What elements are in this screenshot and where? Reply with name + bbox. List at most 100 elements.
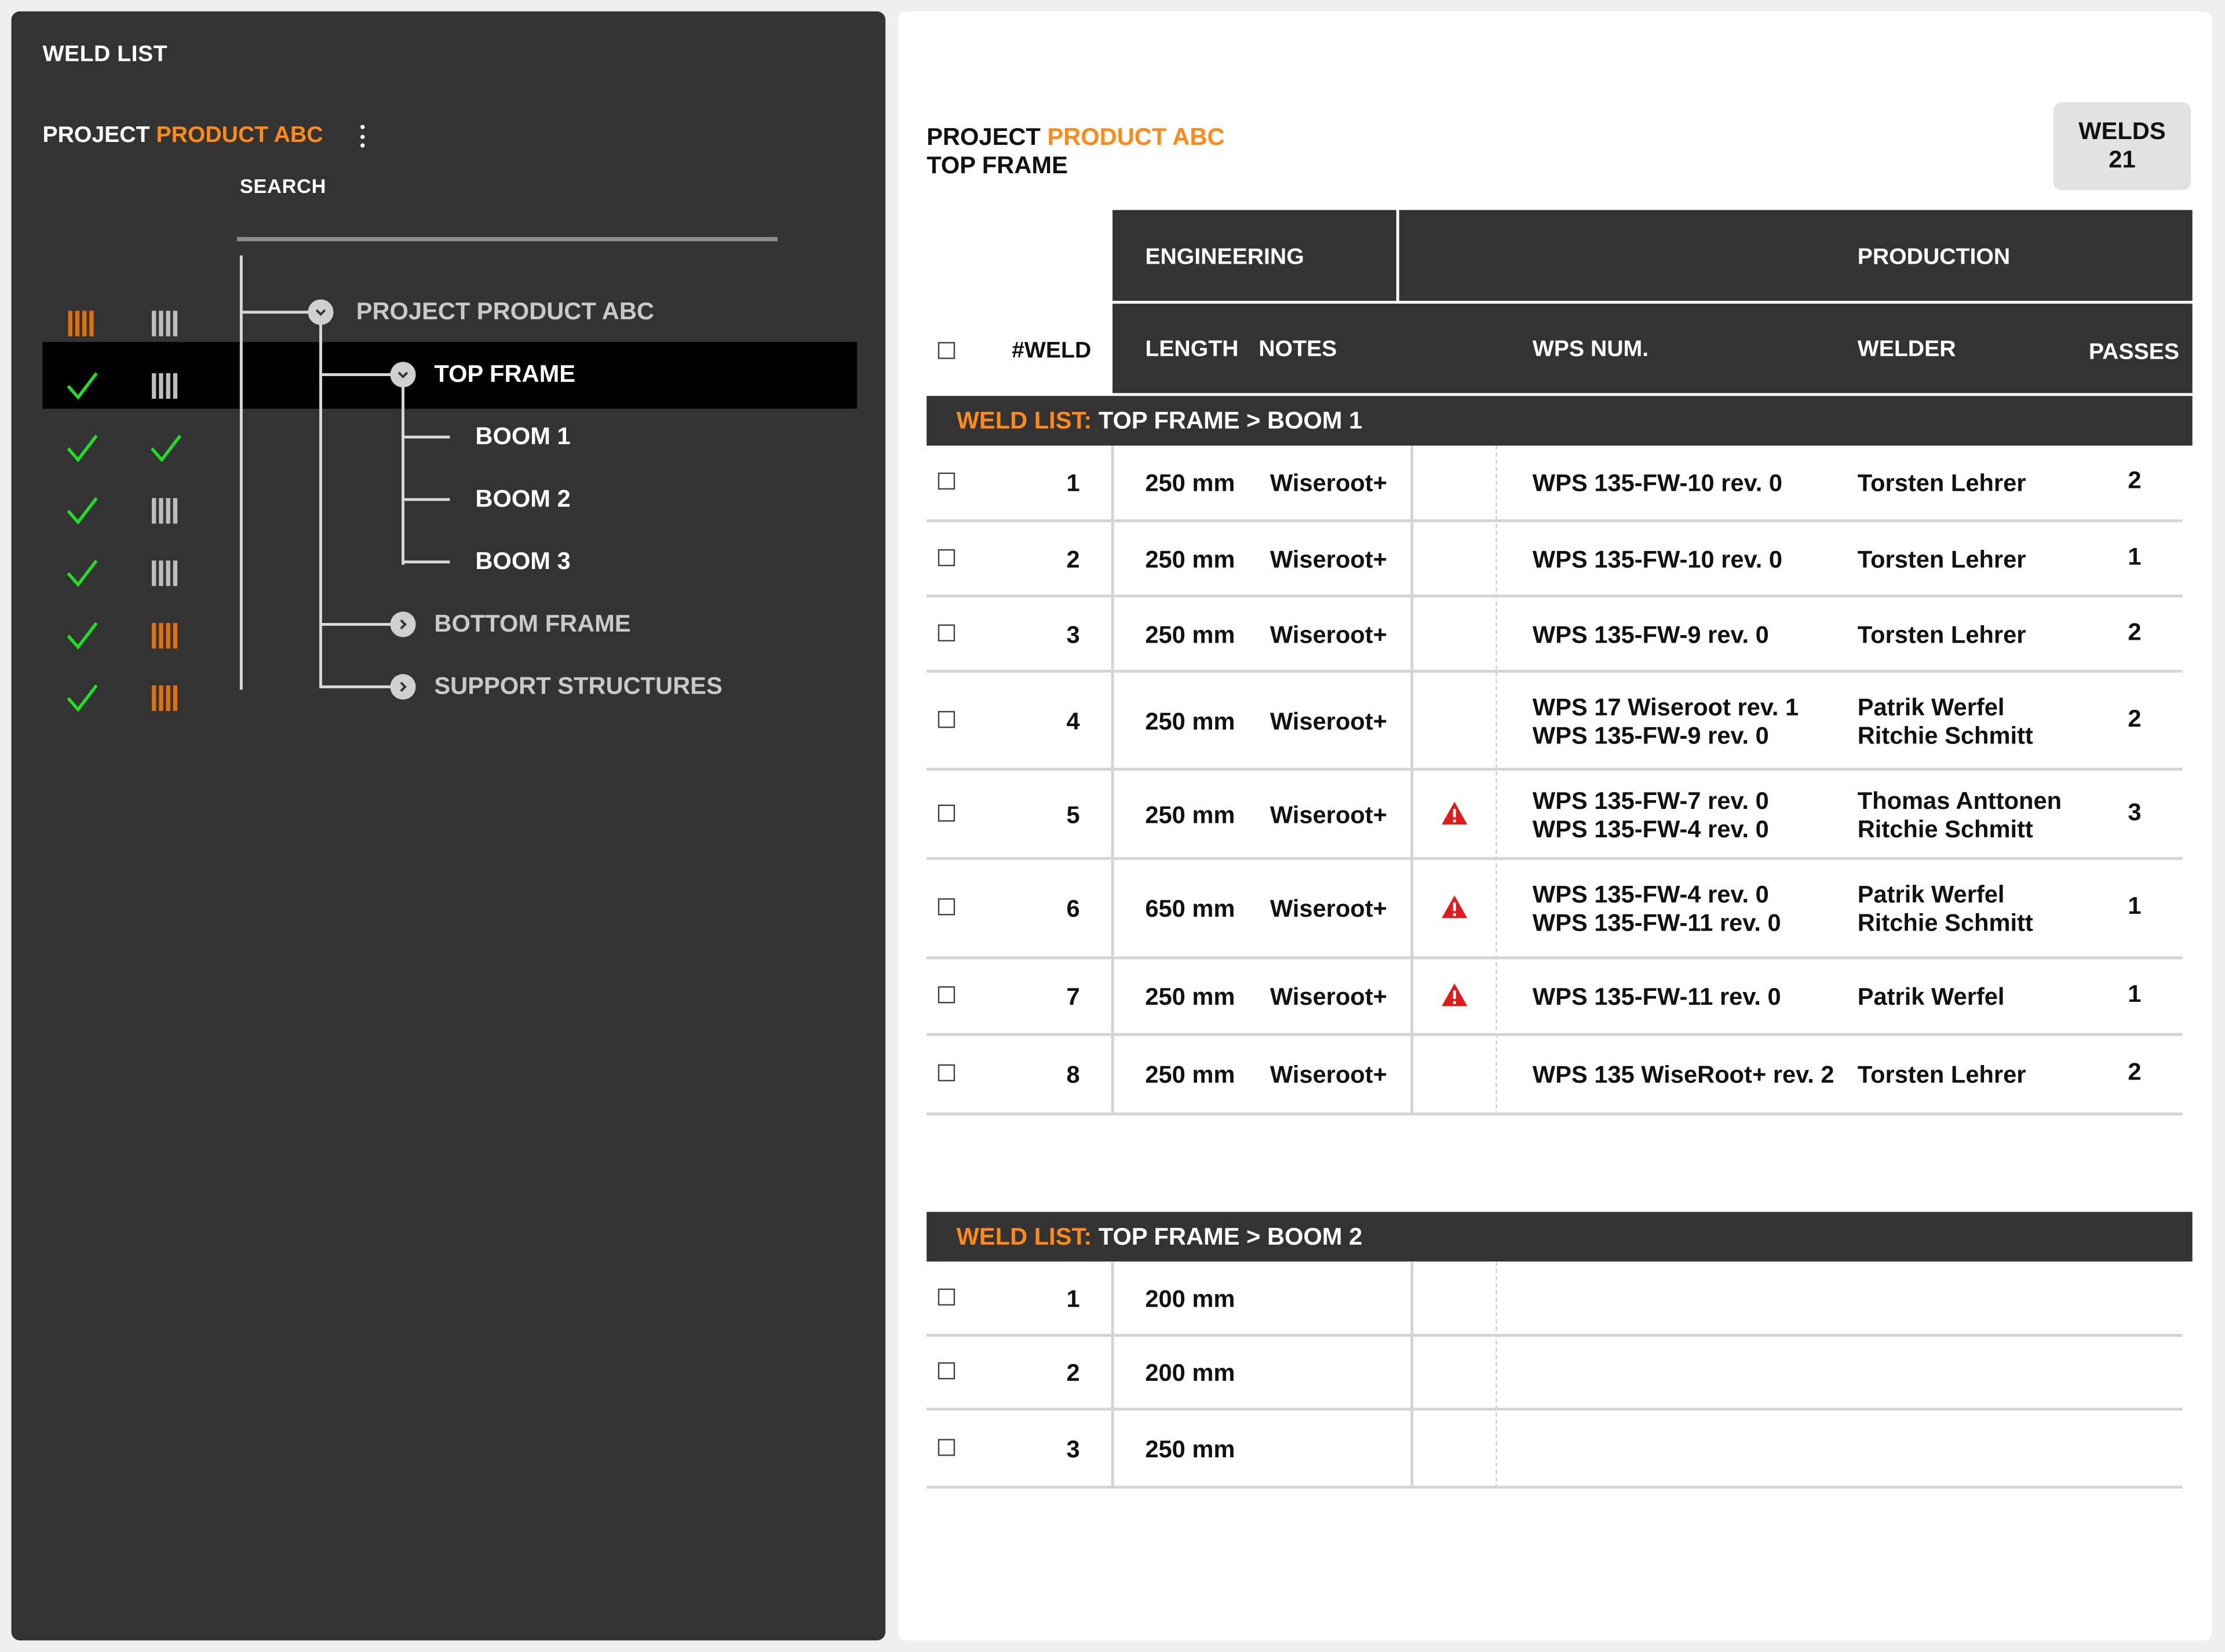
- row-divider: [927, 1113, 2183, 1115]
- weld-number: 3: [1066, 621, 1080, 648]
- welder-name: Patrik Werfel: [1857, 983, 2005, 1011]
- weld-length: 250 mm: [1145, 469, 1235, 497]
- page-title: PROJECT PRODUCT ABC: [927, 123, 1224, 152]
- row-checkbox[interactable]: [938, 1288, 955, 1305]
- project-prefix: PROJECT: [927, 123, 1041, 151]
- warning-icon[interactable]: [1440, 800, 1469, 825]
- passes-count: 1: [2128, 892, 2142, 920]
- section-path: TOP FRAME > BOOM 1: [1098, 407, 1363, 435]
- tree-item-top-frame[interactable]: TOP FRAME: [434, 360, 575, 389]
- row-checkbox[interactable]: [938, 1064, 955, 1082]
- row-divider: [927, 519, 2183, 523]
- weld-number: 7: [1066, 983, 1080, 1011]
- wps-number: WPS 135-FW-7 rev. 0: [1532, 786, 1769, 814]
- tree-item-bottom-frame[interactable]: BOTTOM FRAME: [434, 610, 630, 639]
- row-checkbox[interactable]: [938, 898, 955, 916]
- check-icon: [65, 370, 100, 402]
- section-prefix: WELD LIST:: [956, 407, 1092, 435]
- row-checkbox[interactable]: [938, 548, 955, 566]
- project-prefix: PROJECT: [42, 123, 150, 148]
- row-checkbox[interactable]: [938, 710, 955, 728]
- barcode-gray-icon: [149, 495, 183, 527]
- welder-name: Patrik Werfel: [1857, 881, 2005, 909]
- row-divider: [927, 956, 2183, 960]
- check-icon: [65, 433, 100, 464]
- wps-number: WPS 135-FW-11 rev. 0: [1532, 983, 1781, 1011]
- column-header-weld[interactable]: #WELD: [1012, 339, 1091, 364]
- barcode-orange-icon: [149, 683, 183, 714]
- wps-number: WPS 135-FW-4 rev. 0: [1532, 815, 1769, 843]
- search-input[interactable]: [236, 210, 778, 242]
- welder-name: Ritchie Schmitt: [1857, 815, 2033, 843]
- tree-branch: [402, 435, 450, 439]
- tree-item-support-structures[interactable]: SUPPORT STRUCTURES: [434, 673, 722, 701]
- wps-number: WPS 135-FW-10 rev. 0: [1532, 545, 1783, 573]
- row-divider: [927, 1334, 2183, 1337]
- weld-notes: Wiseroot+: [1270, 1061, 1387, 1089]
- sidebar-project-title: PROJECT PRODUCT ABC: [42, 123, 323, 149]
- wps-number: WPS 135-FW-9 rev. 0: [1532, 721, 1769, 749]
- column-header-notes[interactable]: NOTES: [1259, 338, 1337, 363]
- tree-item-boom-3[interactable]: BOOM 3: [475, 548, 570, 576]
- production-label: PRODUCTION: [1857, 245, 2011, 270]
- main-panel: PROJECT PRODUCT ABC TOP FRAME WELDS 21 E…: [898, 11, 2212, 1641]
- row-checkbox[interactable]: [938, 472, 955, 490]
- row-checkbox[interactable]: [938, 1438, 955, 1456]
- collapse-chevron-icon[interactable]: [390, 362, 416, 388]
- row-checkbox[interactable]: [938, 1362, 955, 1380]
- weld-number: 2: [1066, 545, 1080, 573]
- column-divider: [1111, 1261, 1114, 1489]
- search-label: SEARCH: [239, 174, 327, 198]
- section-prefix: WELD LIST:: [956, 1223, 1092, 1250]
- tree-item-boom-2[interactable]: BOOM 2: [475, 486, 570, 514]
- passes-count: 1: [2128, 980, 2142, 1008]
- production-header: [1399, 210, 2193, 301]
- tree-trunk: [402, 386, 404, 565]
- more-options-icon[interactable]: [352, 122, 371, 151]
- weld-notes: Wiseroot+: [1270, 545, 1387, 573]
- welds-count-badge: WELDS 21: [2053, 102, 2191, 191]
- check-icon: [65, 557, 100, 589]
- select-all-checkbox[interactable]: [938, 342, 955, 359]
- barcode-gray-icon: [149, 308, 183, 339]
- tree-item-project[interactable]: PROJECT PRODUCT ABC: [356, 298, 654, 326]
- project-name: PRODUCT ABC: [1047, 123, 1225, 151]
- weld-length: 250 mm: [1145, 545, 1235, 573]
- app-title: WELD LIST: [42, 42, 168, 67]
- expand-chevron-icon[interactable]: [390, 611, 416, 637]
- row-divider: [927, 767, 2183, 771]
- row-divider: [927, 595, 2183, 598]
- column-divider: [1410, 445, 1414, 1115]
- row-checkbox[interactable]: [938, 623, 955, 641]
- passes-count: 2: [2128, 704, 2142, 732]
- warning-icon[interactable]: [1440, 894, 1469, 920]
- column-header-passes[interactable]: PASSES: [2089, 341, 2179, 366]
- weld-length: 250 mm: [1145, 801, 1235, 828]
- column-header-length[interactable]: LENGTH: [1145, 338, 1238, 363]
- weld-notes: Wiseroot+: [1270, 801, 1387, 828]
- column-divider: [1496, 445, 1497, 1115]
- weld-length: 650 mm: [1145, 895, 1235, 922]
- row-divider: [927, 1407, 2183, 1411]
- engineering-label: ENGINEERING: [1145, 245, 1304, 270]
- welder-name: Torsten Lehrer: [1857, 621, 2026, 648]
- row-checkbox[interactable]: [938, 986, 955, 1004]
- column-header-welder[interactable]: WELDER: [1858, 338, 1956, 363]
- check-icon: [149, 433, 183, 464]
- tree-item-boom-1[interactable]: BOOM 1: [475, 423, 570, 451]
- barcode-orange-icon: [65, 308, 100, 339]
- collapse-chevron-icon[interactable]: [308, 299, 334, 325]
- wps-number: WPS 135-FW-9 rev. 0: [1532, 621, 1769, 648]
- passes-count: 1: [2128, 542, 2142, 570]
- welder-name: Patrik Werfel: [1857, 693, 2005, 720]
- welder-name: Torsten Lehrer: [1857, 1061, 2026, 1089]
- warning-icon[interactable]: [1440, 982, 1469, 1008]
- passes-count: 2: [2128, 1058, 2142, 1086]
- column-divider: [1410, 1261, 1414, 1489]
- expand-chevron-icon[interactable]: [390, 674, 416, 700]
- tree-trunk: [239, 255, 243, 690]
- weld-notes: Wiseroot+: [1270, 469, 1387, 497]
- project-name: PRODUCT ABC: [156, 123, 323, 148]
- column-header-wps[interactable]: WPS NUM.: [1533, 338, 1648, 363]
- row-checkbox[interactable]: [938, 804, 955, 821]
